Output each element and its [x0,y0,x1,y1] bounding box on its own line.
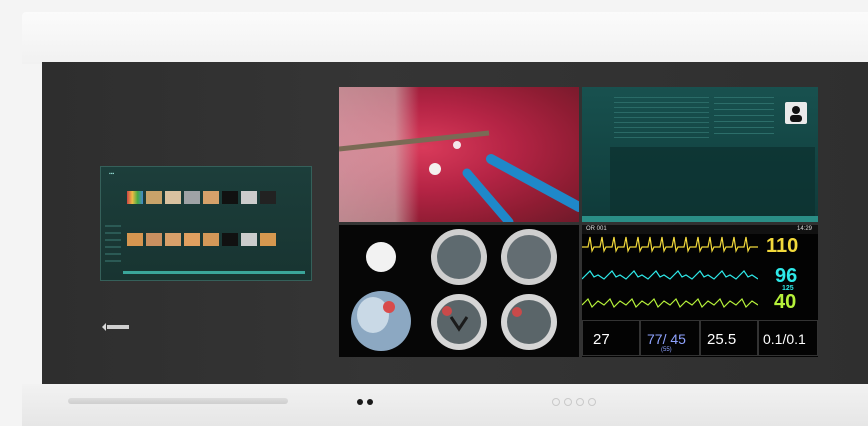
pacs-lower-panel [610,147,815,217]
thumbnail-row-top [127,191,276,204]
monitor-button[interactable] [564,398,572,406]
vitals-cell-value: 0.1/0.1 [763,331,806,347]
thumbnail[interactable] [260,233,276,246]
thumbnail[interactable] [222,233,238,246]
ecg-waveform [582,236,758,253]
resp-waveform [582,297,758,309]
indicator-dot [357,399,363,405]
patient-info-list [714,97,774,139]
vitals-clock: 14:29 [796,226,812,232]
thumbnail[interactable] [146,191,162,204]
browser-title-bar: ▪▪▪ [109,171,115,177]
pacs-viewer-panel [582,87,818,222]
cable [68,398,288,404]
monitor-button[interactable] [552,398,560,406]
thumbnail[interactable] [222,191,238,204]
bp-value: 77/ 45 [647,331,686,347]
thumbnail[interactable] [146,233,162,246]
vital-signs-monitor: OR 001 14:29 110 96 125 40 27 77/ 45 (55… [582,225,818,357]
thumbnail[interactable] [184,191,200,204]
pacs-status-bar [582,216,818,222]
indicator-dot [367,399,373,405]
vitals-room-label: OR 001 [586,226,607,232]
image-browser-window: ▪▪▪ [100,166,312,281]
indicator-lights [357,399,373,405]
ct-scan-images [351,229,557,351]
vitals-header: OR 001 14:29 [582,225,818,234]
vitals-cell: 25.5 [700,320,758,356]
monitor-bezel-bottom [22,384,868,426]
thumbnail[interactable] [241,191,257,204]
user-avatar-icon [785,102,807,124]
vitals-cell-value: 27 [593,331,610,348]
study-list-table[interactable] [614,97,709,139]
thumbnail[interactable] [260,191,276,204]
vitals-cell: 0.1/0.1 [758,320,818,356]
bp-mean-value: (55) [661,347,672,353]
monitor-control-buttons [552,398,596,406]
thumbnail[interactable] [241,233,257,246]
vitals-cell: 27 [582,320,640,356]
monitor-bezel-top [22,12,868,64]
thumbnail[interactable] [165,191,181,204]
browser-progress-bar [123,271,305,274]
spo2-waveform [582,270,758,280]
thumbnail[interactable] [127,233,143,246]
vitals-cell: 77/ 45 (55) [640,320,700,356]
ct-scan-panel [339,225,579,357]
thumbnail[interactable] [165,233,181,246]
eizo-logo-icon [102,323,129,331]
thumbnail[interactable] [184,233,200,246]
surgical-instruments-graphic [339,130,579,222]
thumbnail-row-bottom [127,233,276,246]
thumbnail[interactable] [203,191,219,204]
heart-rate-value: 110 [766,235,799,257]
monitor-button[interactable] [576,398,584,406]
resp-value: 40 [774,291,797,313]
monitor-button[interactable] [588,398,596,406]
thumbnail[interactable] [203,233,219,246]
surgical-video-feed [339,87,579,222]
vitals-cell-value: 25.5 [707,331,737,348]
thumbnail[interactable] [127,191,143,204]
browser-sidebar [105,225,121,265]
